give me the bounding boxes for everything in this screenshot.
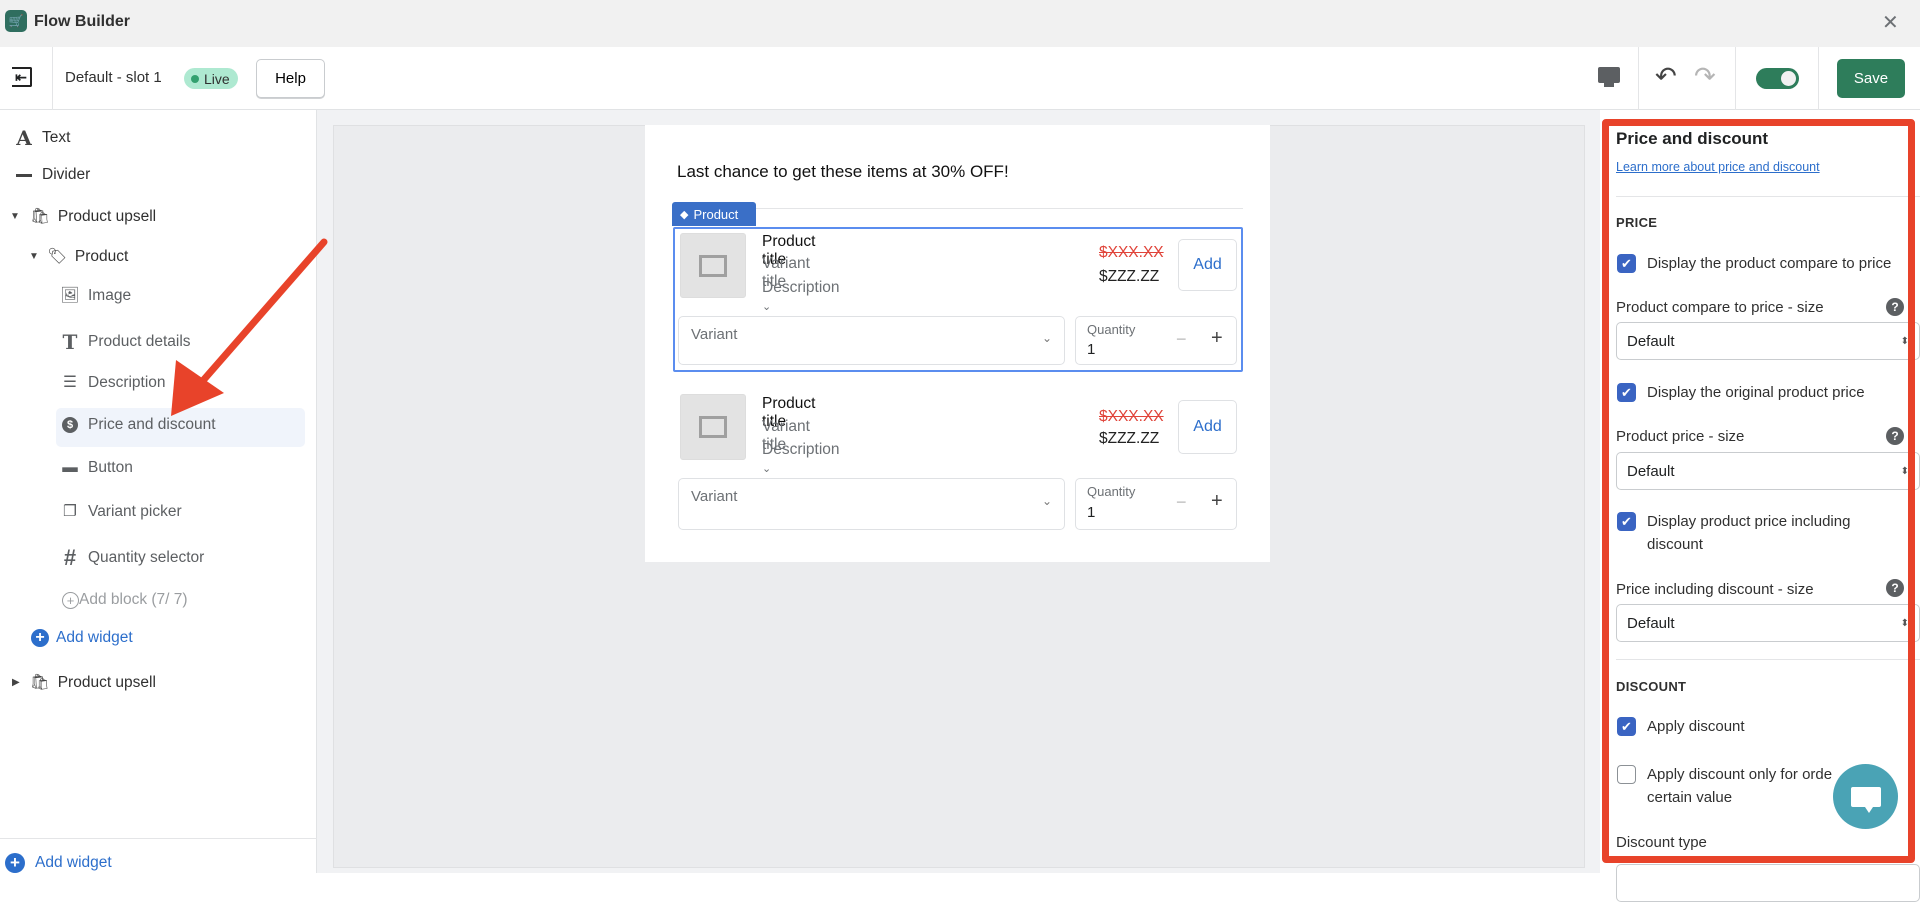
chat-icon xyxy=(1850,786,1881,813)
arrow-shaft xyxy=(196,238,328,388)
chat-launcher-button[interactable] xyxy=(1833,764,1898,829)
annotation-arrow xyxy=(171,238,328,416)
